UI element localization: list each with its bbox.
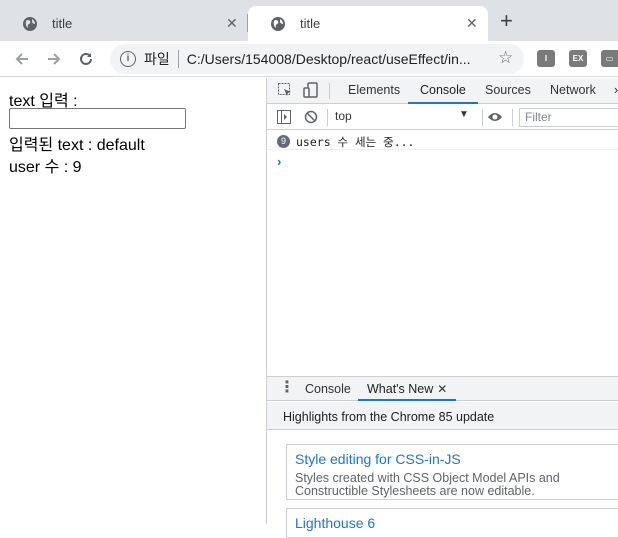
dropdown-arrow-icon: ▼	[459, 109, 469, 120]
forward-arrow-icon[interactable]	[42, 47, 66, 71]
devtools-tab-console[interactable]: Console	[408, 83, 478, 104]
extension-icon[interactable]: I	[537, 50, 555, 67]
browser-tab-inactive[interactable]: title ✕	[0, 6, 248, 41]
browser-toolbar: i 파일 C:/Users/154008/Desktop/react/useEf…	[0, 41, 618, 77]
toolbar-divider	[327, 109, 328, 126]
whats-new-heading: Highlights from the Chrome 85 update	[267, 402, 618, 430]
text-input[interactable]	[9, 108, 186, 129]
drawer-tab-whats-new[interactable]: What's New ✕	[358, 377, 457, 401]
card-title[interactable]: Lighthouse 6	[295, 515, 617, 531]
toolbar-divider	[512, 109, 513, 126]
console-toolbar: top ▼ Filter	[267, 105, 618, 130]
live-expression-eye-icon[interactable]	[487, 111, 503, 126]
clear-console-icon[interactable]	[304, 110, 318, 127]
close-tab-icon[interactable]: ✕	[466, 15, 478, 32]
browser-tab-active[interactable]: title ✕	[248, 6, 488, 41]
globe-icon	[23, 16, 37, 31]
sidebar-toggle-icon[interactable]	[277, 110, 291, 127]
devtools-tab-elements[interactable]: Elements	[348, 83, 400, 97]
toolbar-divider	[482, 109, 483, 126]
card-title[interactable]: Style editing for CSS-in-JS	[295, 451, 617, 467]
page-content: text 입력 : 입력된 text : default user 수 : 9	[0, 78, 266, 524]
drawer-tab-bar: ⋮ Console What's New ✕	[267, 376, 618, 401]
console-message-text: users 수 세는 중...	[296, 135, 415, 149]
devtools-tab-sources[interactable]: Sources	[485, 83, 531, 97]
context-select-value: top	[335, 109, 352, 123]
close-icon[interactable]: ✕	[437, 382, 447, 396]
drawer-menu-icon[interactable]: ⋮	[279, 379, 295, 397]
user-count-display: user 수 : 9	[9, 159, 82, 176]
toolbar-divider	[329, 83, 330, 99]
tab-title: title	[52, 16, 73, 31]
extension-icon[interactable]: EX	[569, 50, 587, 67]
devtools-tab-bar: Elements Console Sources Network ›	[267, 78, 618, 104]
address-bar[interactable]: i 파일 C:/Users/154008/Desktop/react/useEf…	[110, 44, 524, 74]
drawer-tab-whats-new-label: What's New	[367, 382, 434, 396]
info-icon[interactable]: i	[120, 51, 136, 67]
context-select[interactable]: top ▼	[335, 109, 475, 126]
card-description: Styles created with CSS Object Model API…	[295, 471, 560, 498]
entered-text-display: 입력된 text : default	[9, 137, 145, 154]
tab-title: title	[300, 16, 321, 31]
more-tabs-icon[interactable]: ›	[614, 83, 618, 97]
bookmark-star-icon[interactable]: ☆	[498, 48, 513, 68]
back-arrow-icon[interactable]	[10, 47, 34, 71]
devtools-tab-network[interactable]: Network	[550, 83, 596, 97]
extension-icon[interactable]: ▭	[601, 50, 618, 67]
filter-input[interactable]: Filter	[519, 108, 618, 127]
close-tab-icon[interactable]: ✕	[226, 15, 238, 32]
scheme-label: 파일	[144, 51, 170, 67]
globe-icon	[271, 16, 285, 31]
reload-icon[interactable]	[74, 47, 98, 71]
new-tab-button[interactable]: +	[500, 10, 513, 32]
devtools-panel: Elements Console Sources Network › top ▼…	[266, 78, 618, 538]
url-text[interactable]: C:/Users/154008/Desktop/react/useEffect/…	[187, 51, 483, 67]
repeat-count-badge: 9	[277, 135, 290, 148]
tab-strip: title ✕ title ✕ +	[0, 0, 618, 41]
address-divider	[177, 50, 179, 68]
drawer-tab-console[interactable]: Console	[305, 382, 351, 396]
whats-new-card[interactable]: Lighthouse 6	[286, 508, 618, 538]
whats-new-card[interactable]: Style editing for CSS-in-JS Styles creat…	[286, 444, 618, 500]
console-prompt[interactable]: ›	[277, 154, 281, 169]
console-message: 9 users 수 세는 중...	[267, 132, 618, 150]
inspect-element-icon[interactable]	[277, 82, 293, 101]
device-toolbar-icon[interactable]	[303, 82, 319, 101]
